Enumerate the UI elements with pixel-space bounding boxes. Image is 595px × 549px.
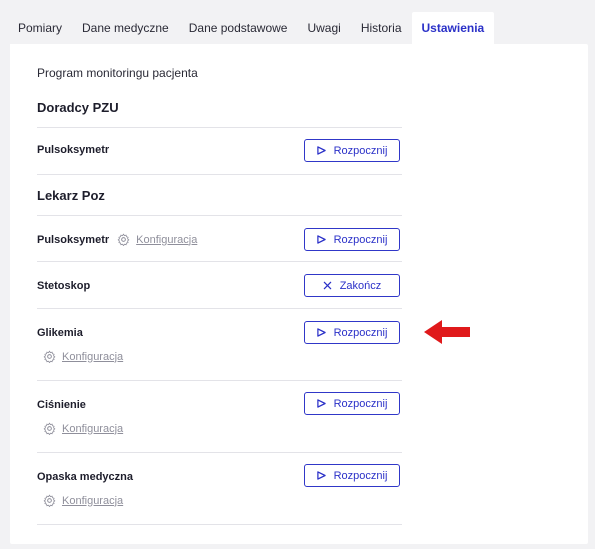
- device-label: Ciśnienie: [37, 399, 86, 411]
- divider: [37, 524, 402, 525]
- device-name-cisnienie: Ciśnienie: [37, 399, 86, 411]
- start-button-cisnienie[interactable]: Rozpocznij: [304, 392, 400, 415]
- play-icon: [316, 146, 326, 155]
- divider: [37, 174, 402, 175]
- button-label: Rozpocznij: [333, 233, 388, 246]
- device-label: Pulsoksymetr: [37, 233, 110, 246]
- device-label: Glikemia: [37, 327, 83, 339]
- tab-ustawienia[interactable]: Ustawienia: [411, 12, 495, 44]
- config-link-glikemia[interactable]: Konfiguracja: [43, 350, 123, 363]
- device-label: Opaska medyczna: [37, 471, 133, 483]
- gear-icon: [43, 494, 56, 507]
- button-label: Zakończ: [339, 279, 382, 292]
- play-icon: [316, 471, 326, 480]
- config-link-opaska-medyczna[interactable]: Konfiguracja: [43, 494, 123, 507]
- config-label: Konfiguracja: [136, 233, 198, 246]
- button-label: Rozpocznij: [333, 326, 388, 339]
- config-label: Konfiguracja: [62, 494, 124, 507]
- close-icon: [323, 281, 331, 290]
- tab-uwagi[interactable]: Uwagi: [297, 12, 350, 44]
- gear-icon: [43, 422, 56, 435]
- button-label: Rozpocznij: [333, 469, 388, 482]
- config-link-cisnienie[interactable]: Konfiguracja: [43, 422, 123, 435]
- settings-panel: Program monitoringu pacjenta Doradcy PZU…: [10, 44, 588, 544]
- config-label: Konfiguracja: [62, 350, 124, 363]
- divider: [37, 261, 402, 262]
- button-label: Rozpocznij: [333, 144, 388, 157]
- group-title-doradcy: Doradcy PZU: [37, 100, 119, 115]
- device-name-opaska-medyczna: Opaska medyczna: [37, 471, 133, 483]
- tab-dane-medyczne[interactable]: Dane medyczne: [72, 12, 179, 44]
- divider: [37, 308, 402, 309]
- start-button-pulsoksymetr-poz[interactable]: Rozpocznij: [304, 228, 400, 251]
- play-icon: [316, 235, 326, 244]
- config-label: Konfiguracja: [62, 422, 124, 435]
- device-name-stetoskop: Stetoskop: [37, 280, 90, 292]
- gear-icon: [43, 350, 56, 363]
- divider: [37, 380, 402, 381]
- play-icon: [316, 328, 326, 337]
- divider: [37, 127, 402, 128]
- divider: [37, 452, 402, 453]
- start-button-glikemia[interactable]: Rozpocznij: [304, 321, 400, 344]
- start-button-opaska-medyczna[interactable]: Rozpocznij: [304, 464, 400, 487]
- config-link[interactable]: Konfiguracja: [117, 233, 197, 246]
- button-label: Rozpocznij: [333, 397, 388, 410]
- tab-dane-podstawowe[interactable]: Dane podstawowe: [179, 12, 298, 44]
- device-label: Pulsoksymetr: [37, 144, 110, 156]
- stop-button-stetoskop[interactable]: Zakończ: [304, 274, 400, 297]
- device-name-pulsoksymetr: Pulsoksymetr: [37, 144, 109, 156]
- divider: [37, 215, 402, 216]
- device-name-glikemia: Glikemia: [37, 327, 83, 339]
- tab-pomiary[interactable]: Pomiary: [8, 12, 72, 44]
- tab-historia[interactable]: Historia: [351, 12, 412, 44]
- device-name-pulsoksymetr-poz: Pulsoksymetr Konfiguracja: [37, 233, 197, 246]
- tab-bar: Pomiary Dane medyczne Dane podstawowe Uw…: [8, 12, 495, 44]
- play-icon: [316, 399, 326, 408]
- gear-icon: [117, 233, 130, 246]
- annotation-arrow-left-icon: [424, 320, 470, 344]
- device-label: Stetoskop: [37, 280, 91, 292]
- start-button-pulsoksymetr-pzu[interactable]: Rozpocznij: [304, 139, 400, 162]
- panel-subtitle: Program monitoringu pacjenta: [37, 66, 198, 80]
- group-title-lekarz-poz: Lekarz Poz: [37, 188, 105, 203]
